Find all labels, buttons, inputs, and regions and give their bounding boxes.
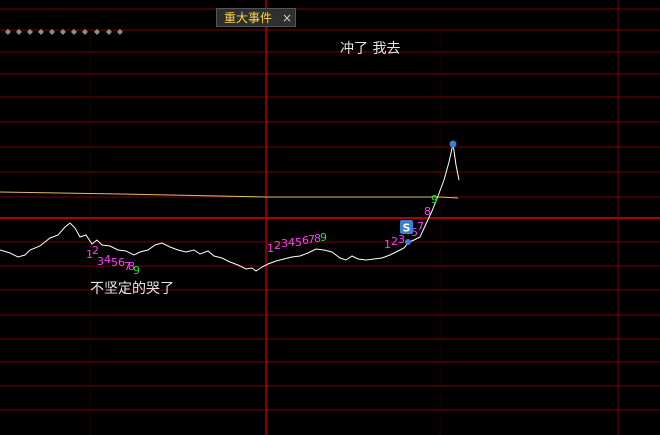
- sequence-digit: 4: [104, 253, 111, 266]
- diamond-icon[interactable]: ◆: [91, 27, 103, 37]
- price-line: [0, 143, 460, 272]
- sequence-digit: 1: [384, 238, 391, 251]
- annotation-top: 冲了 我去: [340, 41, 401, 57]
- sequence-digit: 3: [281, 237, 288, 250]
- chart-lines: [0, 143, 460, 272]
- diamond-icon[interactable]: ◆: [47, 27, 57, 37]
- diamond-icon[interactable]: ◆: [14, 27, 24, 37]
- toolbar-dots: ◆ ◆ ◆ ◆ ◆ ◆ ◆ ◆ ◆ ◆ ◆: [3, 27, 125, 37]
- signal-badge-letter: S: [403, 222, 411, 235]
- diamond-icon[interactable]: ◆: [3, 27, 13, 37]
- sequence-digit: 5: [111, 256, 118, 269]
- diamond-icon[interactable]: ◆: [104, 27, 114, 37]
- sequence-digit: 7: [417, 220, 424, 233]
- diamond-icon[interactable]: ◆: [36, 27, 46, 37]
- diamond-icon[interactable]: ◆: [115, 27, 125, 37]
- sequence-digit: 5: [295, 236, 302, 249]
- diamond-icon[interactable]: ◆: [58, 27, 68, 37]
- sequence-digit: 3: [398, 233, 405, 246]
- sequence-digit: 8: [424, 205, 431, 218]
- sequence-digit: 9: [320, 231, 327, 244]
- annotation-bottom: 不坚定的哭了: [90, 281, 174, 297]
- tab-major-events[interactable]: 重大事件 ×: [216, 8, 296, 27]
- sequence-digit: 2: [274, 239, 281, 252]
- sequence-digit: 1: [267, 242, 274, 255]
- sequence-labels: 1 23 4 5 6 7891 2 3 4 5 6 7 8 91 2 35 789: [86, 193, 438, 277]
- chart-markers: S: [400, 140, 457, 245]
- sequence-digit: 2: [391, 235, 398, 248]
- chart-grid: [0, 0, 660, 435]
- tab-label: 重大事件: [224, 11, 273, 25]
- diamond-icon[interactable]: ◆: [69, 27, 79, 37]
- sequence-digit: 4: [288, 236, 295, 249]
- close-icon[interactable]: ×: [282, 11, 292, 25]
- signal-point-dot: [405, 239, 411, 245]
- sequence-digit: 3: [97, 255, 104, 268]
- high-point-dot: [449, 140, 457, 148]
- diamond-icon[interactable]: ◆: [80, 27, 90, 37]
- sequence-digit: 9: [133, 264, 140, 277]
- sequence-digit: 9: [431, 193, 438, 206]
- intraday-chart: 1 23 4 5 6 7891 2 3 4 5 6 7 8 91 2 35 789 S: [0, 0, 660, 435]
- diamond-icon[interactable]: ◆: [25, 27, 35, 37]
